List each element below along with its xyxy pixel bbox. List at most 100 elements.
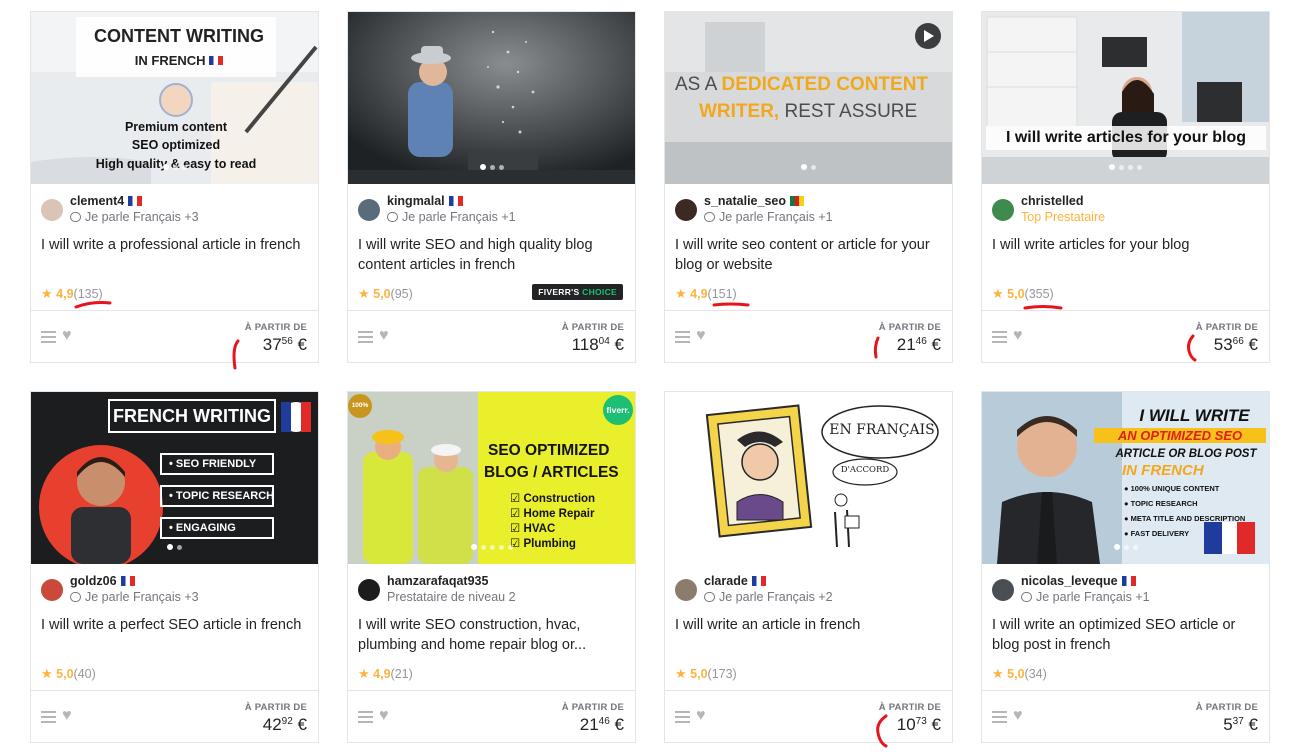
seller-name[interactable]: clarade <box>704 574 766 588</box>
france-flag-icon <box>1121 576 1136 586</box>
gig-thumbnail[interactable]: CONTENT WRITING IN FRENCH Premium conten… <box>31 12 318 184</box>
thumb-text-4: SEO optimized <box>131 138 221 152</box>
thumb-text-4: • ENGAGING <box>169 522 236 534</box>
thumb-text-2: AN OPTIMIZED SEO <box>1094 428 1266 443</box>
rating: ★ 5,0(34) <box>992 666 1047 681</box>
carousel-dots[interactable] <box>665 157 952 175</box>
gig-card[interactable]: CONTENT WRITING IN FRENCH Premium conten… <box>30 11 319 363</box>
thumb-text-1: I WILL WRITE <box>1139 406 1250 425</box>
gig-card[interactable]: AS A DEDICATED CONTENT WRITER, REST ASSU… <box>664 11 953 363</box>
guarantee-seal: 100% <box>351 402 369 409</box>
rating: ★ 4,9(21) <box>358 666 413 681</box>
avatar[interactable] <box>675 199 697 221</box>
price: 537 € <box>1223 715 1258 734</box>
star-icon: ★ <box>41 286 53 301</box>
star-icon: ★ <box>358 286 370 301</box>
seller-name[interactable]: goldz06 <box>70 574 135 588</box>
seller-name[interactable]: s_natalie_seo <box>704 194 804 208</box>
carousel-dots[interactable] <box>982 537 1269 555</box>
list-icon[interactable] <box>358 711 373 723</box>
price-label: À PARTIR DE <box>244 702 307 713</box>
gig-thumbnail[interactable]: fiverr. 100% SEO OPTIMIZED BLOG / ARTICL… <box>348 392 635 564</box>
rating: ★ 4,9(151) <box>675 286 737 301</box>
list-icon[interactable] <box>675 711 690 723</box>
avatar[interactable] <box>41 579 63 601</box>
gig-card[interactable]: fiverr. 100% SEO OPTIMIZED BLOG / ARTICL… <box>347 391 636 743</box>
avatar[interactable] <box>358 579 380 601</box>
carousel-dots[interactable] <box>982 157 1269 175</box>
heart-icon[interactable]: ♥ <box>696 328 706 344</box>
heart-icon[interactable]: ♥ <box>696 708 706 724</box>
chat-bubble-icon <box>70 592 81 602</box>
heart-icon[interactable]: ♥ <box>379 708 389 724</box>
heart-icon[interactable]: ♥ <box>1013 328 1023 344</box>
gig-thumbnail[interactable]: EN FRANÇAIS D'ACCORD <box>665 392 952 564</box>
seller-name[interactable]: kingmalal <box>387 194 463 208</box>
avatar[interactable] <box>992 579 1014 601</box>
gig-title[interactable]: I will write articles for your blog <box>992 236 1257 256</box>
gig-card[interactable]: EN FRANÇAIS D'ACCORD clarade Je parle Fr… <box>664 391 953 743</box>
gig-title[interactable]: I will write a perfect SEO article in fr… <box>41 616 306 636</box>
thumb-text-3: • TOPIC RESEARCH <box>169 490 275 502</box>
gig-card[interactable]: FRENCH WRITING • SEO FRIENDLY • TOPIC RE… <box>30 391 319 743</box>
seller-languages: Je parle Français +1 <box>1021 590 1150 604</box>
chat-bubble-icon <box>704 212 715 222</box>
thumb-text-3: ☑ Construction <box>510 493 596 505</box>
list-icon[interactable] <box>41 711 56 723</box>
gig-card[interactable]: I will write articles for your blog chri… <box>981 11 1270 363</box>
card-footer: ♥ À PARTIR DE 11804 € <box>348 310 635 362</box>
price-label: À PARTIR DE <box>1195 322 1258 333</box>
avatar[interactable] <box>358 199 380 221</box>
list-icon[interactable] <box>992 711 1007 723</box>
heart-icon[interactable]: ♥ <box>62 328 72 344</box>
seller-level: Top Prestataire <box>1021 210 1106 224</box>
gig-title[interactable]: I will write a professional article in f… <box>41 236 306 256</box>
rating: ★ 5,0(95) <box>358 286 413 301</box>
seller-name[interactable]: christelled <box>1021 194 1084 208</box>
heart-icon[interactable]: ♥ <box>1013 708 1023 724</box>
carousel-dots[interactable] <box>31 537 318 555</box>
gig-title[interactable]: I will write an optimized SEO article or… <box>992 616 1257 655</box>
gig-card[interactable]: kingmalal Je parle Français +1 I will wr… <box>347 11 636 363</box>
heart-icon[interactable]: ♥ <box>62 708 72 724</box>
thumb-text-1: SEO OPTIMIZED <box>488 442 610 459</box>
list-icon[interactable] <box>41 331 56 343</box>
card-footer: ♥ À PARTIR DE 537 € <box>982 690 1269 742</box>
gig-thumbnail[interactable]: FRENCH WRITING • SEO FRIENDLY • TOPIC RE… <box>31 392 318 564</box>
card-footer: ♥ À PARTIR DE 4292 € <box>31 690 318 742</box>
star-icon: ★ <box>992 286 1004 301</box>
thumb-text-1: I will write articles for your blog <box>986 126 1266 150</box>
seller-level: Prestataire de niveau 2 <box>387 590 516 604</box>
thumb-text-2: WRITER, REST ASSURE <box>699 101 918 122</box>
list-icon[interactable] <box>358 331 373 343</box>
gig-title[interactable]: I will write SEO construction, hvac, plu… <box>358 616 623 655</box>
list-icon[interactable] <box>675 331 690 343</box>
gig-thumbnail[interactable]: I will write articles for your blog <box>982 12 1269 184</box>
carousel-dots[interactable] <box>348 537 635 555</box>
thumb-text-2: D'ACCORD <box>840 465 890 475</box>
carousel-dots[interactable] <box>348 157 635 175</box>
thumb-text-5: ● 100% UNIQUE CONTENT <box>1124 484 1220 493</box>
gig-card[interactable]: I WILL WRITE AN OPTIMIZED SEO ARTICLE OR… <box>981 391 1270 743</box>
avatar[interactable] <box>41 199 63 221</box>
gig-thumbnail[interactable]: AS A DEDICATED CONTENT WRITER, REST ASSU… <box>665 12 952 184</box>
carousel-dots[interactable] <box>31 157 318 175</box>
seller-name[interactable]: nicolas_leveque <box>1021 574 1136 588</box>
gig-thumbnail[interactable]: I WILL WRITE AN OPTIMIZED SEO ARTICLE OR… <box>982 392 1269 564</box>
seller-name[interactable]: hamzarafaqat935 <box>387 574 488 588</box>
gig-title[interactable]: I will write SEO and high quality blog c… <box>358 236 623 275</box>
france-flag-icon <box>751 576 766 586</box>
heart-icon[interactable]: ♥ <box>379 328 389 344</box>
seller-name[interactable]: clement4 <box>70 194 143 208</box>
seller-languages: Je parle Français +3 <box>70 590 199 604</box>
seller-info: hamzarafaqat935 Prestataire de niveau 2 <box>358 573 628 607</box>
avatar[interactable] <box>675 579 697 601</box>
avatar[interactable] <box>992 199 1014 221</box>
price-label: À PARTIR DE <box>561 322 624 333</box>
gig-title[interactable]: I will write seo content or article for … <box>675 236 940 275</box>
gig-thumbnail[interactable] <box>348 12 635 184</box>
gig-title[interactable]: I will write an article in french <box>675 616 940 636</box>
chat-bubble-icon <box>704 592 715 602</box>
list-icon[interactable] <box>992 331 1007 343</box>
seller-languages: Je parle Français +1 <box>387 210 516 224</box>
